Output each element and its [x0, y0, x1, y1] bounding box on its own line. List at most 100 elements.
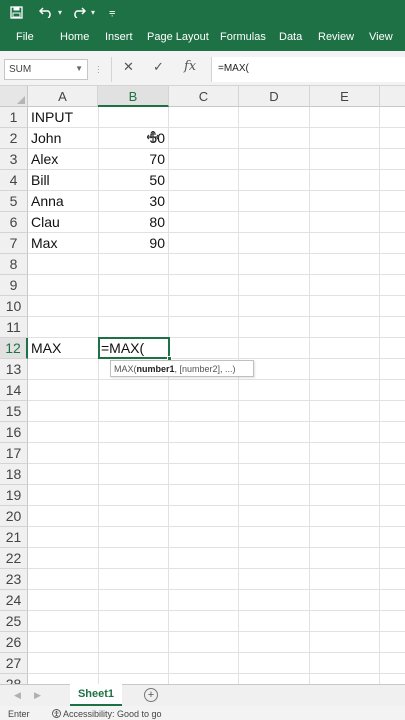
column-header-a[interactable]: A	[28, 86, 98, 107]
cell-a7[interactable]: Max	[31, 233, 97, 254]
column-header-f[interactable]	[380, 86, 405, 107]
name-box[interactable]: SUM ▼	[4, 59, 88, 80]
active-cell-b12[interactable]: =MAX(	[98, 337, 172, 361]
drag-handle-icon[interactable]: · · ·	[97, 63, 101, 77]
grid-line	[28, 274, 405, 275]
cell-a5[interactable]: Anna	[31, 191, 97, 212]
row-header-14[interactable]: 14	[0, 380, 28, 401]
tab-home[interactable]: Home	[60, 31, 89, 43]
row-header-26[interactable]: 26	[0, 632, 28, 653]
cell-a6[interactable]: Clau	[31, 212, 97, 233]
accessibility-text: Accessibility: Good to go	[63, 709, 162, 719]
row-header-8[interactable]: 8	[0, 254, 28, 275]
status-accessibility[interactable]: Accessibility: Good to go	[52, 709, 162, 719]
row-header-4[interactable]: 4	[0, 170, 28, 191]
tab-page-layout[interactable]: Page Layout	[147, 31, 209, 43]
cell-b7[interactable]: 90	[99, 233, 167, 254]
row-header-13[interactable]: 13	[0, 359, 28, 380]
row-header-17[interactable]: 17	[0, 443, 28, 464]
row-header-12[interactable]: 12	[0, 338, 28, 359]
row-header-25[interactable]: 25	[0, 611, 28, 632]
row-header-18[interactable]: 18	[0, 464, 28, 485]
active-cell-content: =MAX(	[101, 340, 145, 356]
name-box-value: SUM	[9, 64, 32, 75]
row-header-27[interactable]: 27	[0, 653, 28, 674]
column-header-b[interactable]: B	[98, 86, 169, 107]
grid-line	[309, 107, 310, 684]
undo-icon[interactable]	[39, 0, 53, 24]
worksheet-grid[interactable]: A B C D E 1 2 3 4 5 6 7 8 9 10 11 12 13 14 15 16 17 18 19 2…	[0, 86, 405, 684]
accessibility-icon	[52, 709, 61, 718]
row-header-1[interactable]: 1	[0, 107, 28, 128]
grid-line	[28, 652, 405, 653]
select-all-button[interactable]	[0, 86, 28, 107]
save-icon[interactable]	[10, 0, 23, 24]
row-header-23[interactable]: 23	[0, 569, 28, 590]
row-header-6[interactable]: 6	[0, 212, 28, 233]
tab-view[interactable]: View	[369, 31, 393, 43]
cell-a2[interactable]: John	[31, 128, 97, 149]
cell-b5[interactable]: 30	[99, 191, 167, 212]
tab-insert[interactable]: Insert	[105, 31, 133, 43]
undo-dropdown-icon[interactable]: ▾	[58, 0, 62, 24]
row-header-19[interactable]: 19	[0, 485, 28, 506]
add-sheet-icon[interactable]: +	[144, 688, 158, 702]
cell-a1[interactable]: INPUT	[31, 107, 97, 128]
column-header-e[interactable]: E	[310, 86, 380, 107]
grid-line	[28, 463, 405, 464]
insert-function-icon[interactable]: fx	[184, 59, 196, 74]
row-header-22[interactable]: 22	[0, 548, 28, 569]
sheet-tab-bar: ◀ ▶ Sheet1 +	[0, 684, 405, 706]
row-header-28[interactable]: 28	[0, 674, 28, 684]
row-header-10[interactable]: 10	[0, 296, 28, 317]
row-header-7[interactable]: 7	[0, 233, 28, 254]
column-header-d[interactable]: D	[239, 86, 310, 107]
grid-line	[28, 421, 405, 422]
grid-line	[28, 400, 405, 401]
cancel-icon[interactable]: ✕	[123, 59, 134, 75]
redo-dropdown-icon[interactable]: ▾	[91, 0, 95, 24]
customize-icon[interactable]: ⩦	[109, 6, 115, 19]
function-tooltip[interactable]: MAX(number1, [number2], ...)	[110, 360, 254, 377]
row-header-11[interactable]: 11	[0, 317, 28, 338]
grid-line	[168, 107, 169, 684]
row-header-5[interactable]: 5	[0, 191, 28, 212]
tab-review[interactable]: Review	[318, 31, 354, 43]
grid-line	[28, 484, 405, 485]
row-header-9[interactable]: 9	[0, 275, 28, 296]
tab-file[interactable]: File	[16, 31, 34, 43]
chevron-left-icon[interactable]: ◀	[14, 690, 21, 701]
row-header-16[interactable]: 16	[0, 422, 28, 443]
cell-b4[interactable]: 50	[99, 170, 167, 191]
chevron-down-icon[interactable]: ▼	[75, 64, 83, 73]
grid-line	[28, 631, 405, 632]
cell-a4[interactable]: Bill	[31, 170, 97, 191]
sheet-tab-sheet1[interactable]: Sheet1	[70, 684, 122, 706]
row-header-3[interactable]: 3	[0, 149, 28, 170]
grid-line	[28, 568, 405, 569]
tab-data[interactable]: Data	[279, 31, 302, 43]
enter-icon[interactable]: ✓	[153, 59, 164, 75]
formula-input[interactable]: =MAX(	[211, 57, 405, 82]
cell-b3[interactable]: 70	[99, 149, 167, 170]
tab-formulas[interactable]: Formulas	[220, 31, 266, 43]
column-header-c[interactable]: C	[169, 86, 239, 107]
grid-line	[238, 107, 239, 684]
tooltip-current-arg: number1	[136, 364, 175, 374]
row-header-15[interactable]: 15	[0, 401, 28, 422]
status-bar: Enter Accessibility: Good to go	[0, 706, 405, 720]
row-header-20[interactable]: 20	[0, 506, 28, 527]
cell-b6[interactable]: 80	[99, 212, 167, 233]
title-bar: ▾ ▾ ⩦	[0, 0, 405, 24]
row-header-2[interactable]: 2	[0, 128, 28, 149]
cell-a12[interactable]: MAX	[31, 338, 97, 359]
redo-icon[interactable]	[72, 0, 87, 24]
row-header-24[interactable]: 24	[0, 590, 28, 611]
row-header-21[interactable]: 21	[0, 527, 28, 548]
cell-a3[interactable]: Alex	[31, 149, 97, 170]
grid-line	[28, 442, 405, 443]
select-all-icon	[17, 96, 25, 104]
chevron-right-icon[interactable]: ▶	[34, 690, 41, 701]
divider	[111, 57, 112, 82]
ribbon-tabs: File Home Insert Page Layout Formulas Da…	[0, 24, 405, 51]
